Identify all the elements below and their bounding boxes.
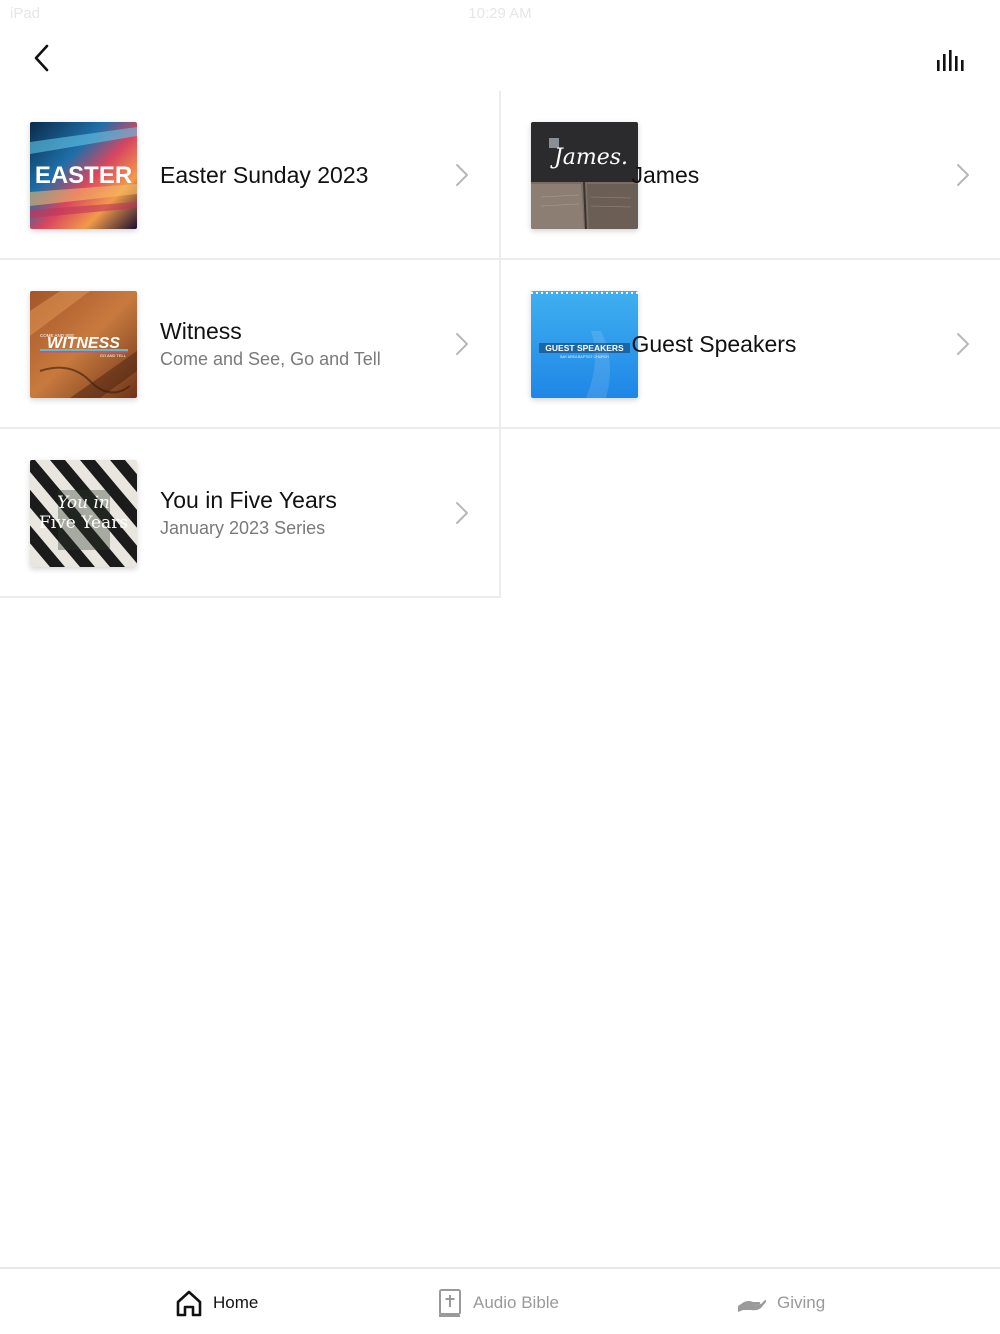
status-bar: iPad 10:29 AM [0,0,1000,28]
series-row: You in Five Years You in Five Years Janu… [0,429,501,598]
series-artwork-guest-speakers: GUEST SPEAKERS BAY AREA BAPTIST CHURCH [530,291,638,398]
series-title: Witness [160,317,242,344]
tab-giving[interactable]: Giving [737,1269,825,1334]
series-text: Witness Come and See, Go and Tell [160,260,440,427]
series-title: You in Five Years [160,486,337,513]
series-row: COME AND SEE WITNESS GO AND TELL Witness… [0,260,1000,429]
guest-art-small: BAY AREA BAPTIST CHURCH [560,355,609,359]
chevron-right-icon [455,333,468,355]
series-text: Guest Speakers [632,260,912,427]
five-years-art-text-2: Five Years [39,513,128,533]
easter-art-text: EASTER [35,162,132,189]
series-subtitle: January 2023 Series [160,517,326,538]
series-title: Guest Speakers [631,330,797,357]
series-text: James [632,91,912,258]
nav-bar [0,30,1000,88]
audio-bars-button[interactable] [932,42,972,78]
chevron-left-icon [34,44,49,72]
series-title: James [631,161,700,188]
chevron-right-icon [455,164,468,186]
tab-audio-bible[interactable]: Audio Bible [437,1269,559,1334]
series-artwork-witness: COME AND SEE WITNESS GO AND TELL [30,291,137,398]
tab-home-label: Home [213,1292,259,1312]
series-text: Easter Sunday 2023 [160,91,440,258]
bible-icon [439,1288,461,1317]
tab-audio-bible-label: Audio Bible [473,1292,560,1312]
witness-art-text: WITNESS [47,335,120,352]
series-artwork-you-in-five-years: You in Five Years [30,460,137,567]
chevron-right-icon [957,333,969,355]
series-item-guest-speakers[interactable]: GUEST SPEAKERS BAY AREA BAPTIST CHURCH G… [501,260,1000,427]
series-grid: EASTER Easter Sunday 2023 James. James C… [0,91,1000,598]
chevron-right-icon [957,164,969,186]
chevron-right-icon [456,502,468,524]
home-icon [176,1290,202,1316]
giving-hand-icon [738,1299,767,1312]
witness-art-small-bottom: GO AND TELL [100,353,127,358]
series-item-you-in-five-years[interactable]: You in Five Years You in Five Years Janu… [0,429,501,596]
tab-home[interactable]: Home [175,1269,258,1334]
series-title: Easter Sunday 2023 [160,161,369,188]
status-time: 10:29 AM [468,5,532,22]
back-button[interactable] [22,38,62,78]
audio-bars-icon [937,50,964,71]
series-item-witness[interactable]: COME AND SEE WITNESS GO AND TELL Witness… [0,260,501,427]
series-item-easter[interactable]: EASTER Easter Sunday 2023 [0,91,501,258]
tab-bar: Home Audio Bible Giving [0,1267,1000,1334]
series-text: You in Five Years January 2023 Series [160,429,440,596]
series-artwork-easter: EASTER [30,122,137,229]
tab-giving-label: Giving [777,1292,826,1312]
series-item-james[interactable]: James. James [501,91,1000,258]
series-artwork-james: James. [530,122,638,229]
five-years-art-text-1: You in [57,493,110,513]
guest-art-text: GUEST SPEAKERS [545,343,624,353]
james-art-text: James. [549,145,627,170]
series-row: EASTER Easter Sunday 2023 James. James [0,91,1000,260]
series-subtitle: Come and See, Go and Tell [160,348,381,369]
